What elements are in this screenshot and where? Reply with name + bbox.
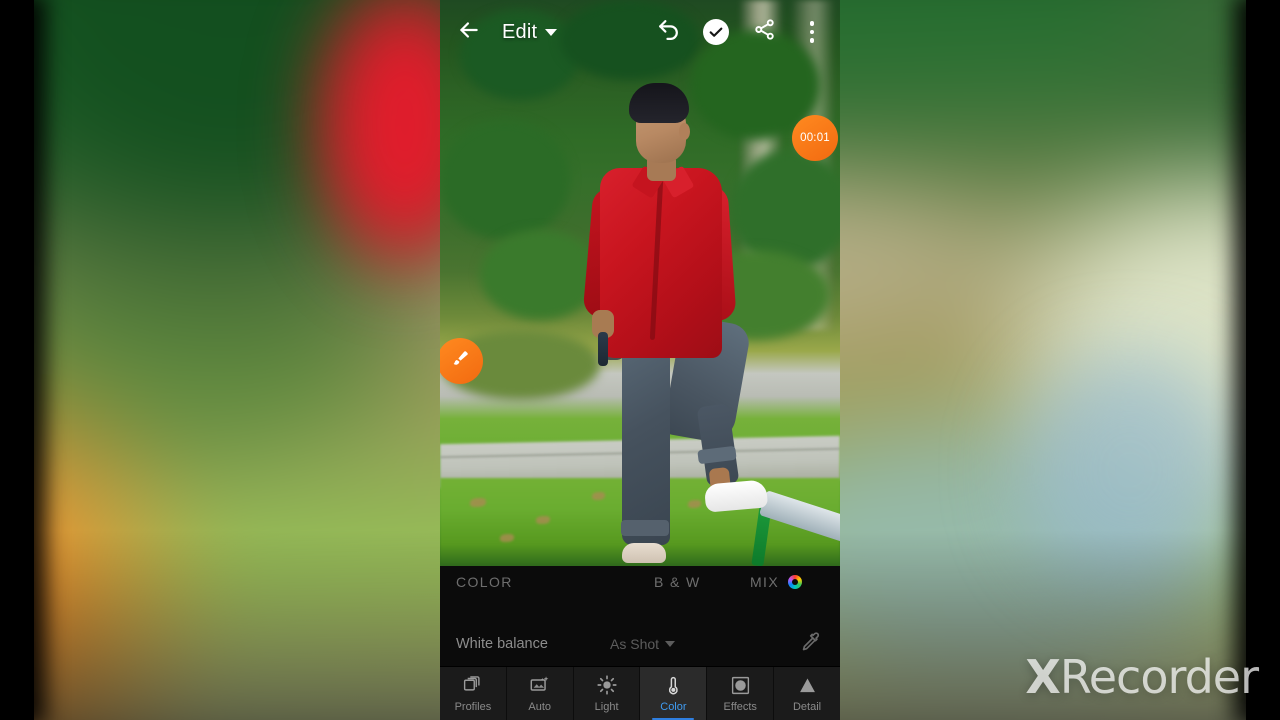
color-mode-tabs: COLOR B & W MIX	[440, 566, 840, 597]
blurred-background-blue-accent	[1000, 330, 1260, 610]
nav-item-light[interactable]: Light	[574, 667, 641, 720]
white-balance-label: White balance	[456, 636, 548, 652]
watermark-text: Recorder	[1059, 650, 1259, 704]
nav-item-detail[interactable]: Detail	[774, 667, 840, 720]
white-balance-value: As Shot	[610, 636, 660, 652]
ear	[679, 123, 690, 140]
check-circle-icon	[703, 19, 729, 45]
eyedropper-icon	[800, 631, 822, 657]
back-button[interactable]	[446, 9, 492, 55]
recording-timer-badge[interactable]: 00:01	[792, 115, 838, 161]
tab-mix-label: MIX	[750, 573, 780, 590]
tab-bw-label: B & W	[654, 573, 701, 590]
nav-item-detail-label: Detail	[792, 701, 822, 713]
shoe-left	[622, 543, 666, 563]
white-balance-dropdown[interactable]: As Shot	[610, 636, 676, 652]
left-edge-bar	[0, 0, 34, 720]
nav-item-color-label: Color	[660, 701, 687, 713]
screen-root: Edit 00:01 COLOR B & W MIX White balance…	[0, 0, 1280, 720]
shoe-right	[703, 479, 769, 513]
effects-icon	[730, 674, 751, 696]
nav-item-auto-label: Auto	[528, 701, 552, 713]
nav-item-profiles[interactable]: Profiles	[440, 667, 507, 720]
xrecorder-watermark: XRecorder	[1025, 650, 1259, 704]
eyedropper-button[interactable]	[800, 631, 822, 658]
brush-icon	[449, 348, 471, 375]
nav-item-effects[interactable]: Effects	[707, 667, 775, 720]
nav-item-color[interactable]: Color	[640, 667, 708, 720]
white-balance-row: White balance As Shot	[440, 624, 840, 664]
sun-icon	[596, 674, 618, 696]
edit-title-dropdown[interactable]: Edit	[502, 20, 558, 44]
chevron-down-icon	[665, 641, 676, 647]
tab-color-label: COLOR	[456, 573, 513, 590]
keychain	[598, 332, 608, 366]
back-arrow-icon	[456, 17, 482, 48]
share-button[interactable]	[742, 9, 786, 55]
nav-item-profiles-label: Profiles	[454, 701, 492, 713]
tab-mix[interactable]: MIX	[750, 566, 803, 597]
share-icon	[753, 18, 776, 46]
right-edge-bar	[1246, 0, 1280, 720]
auto-magic-icon	[529, 674, 551, 696]
metal-bar	[758, 490, 840, 552]
thermometer-icon	[663, 674, 684, 696]
watermark-prefix: X	[1025, 650, 1060, 704]
undo-button[interactable]	[646, 9, 690, 55]
color-wheel-icon	[788, 574, 803, 589]
triangle-icon	[797, 674, 818, 696]
nav-item-light-label: Light	[594, 701, 619, 713]
tab-color[interactable]: COLOR	[456, 566, 513, 597]
confirm-button[interactable]	[694, 9, 738, 55]
pants-standing-leg	[622, 330, 670, 545]
photo-canvas[interactable]	[440, 0, 840, 566]
tab-bw[interactable]: B & W	[654, 566, 701, 597]
overflow-menu-icon	[809, 21, 815, 43]
bottom-tool-nav: Profiles Auto Light Color Effects Detail	[440, 666, 840, 720]
hair	[629, 83, 689, 123]
profiles-icon	[462, 674, 483, 696]
photo-subject	[440, 0, 840, 566]
nav-item-auto[interactable]: Auto	[507, 667, 574, 720]
top-toolbar: Edit	[440, 0, 840, 64]
chevron-down-icon	[545, 28, 558, 36]
undo-icon	[656, 17, 681, 47]
pant-cuff-standing	[621, 520, 669, 536]
overflow-menu-button[interactable]	[790, 9, 834, 55]
page-title: Edit	[502, 20, 538, 43]
recording-timer-label: 00:01	[800, 132, 830, 144]
phone-screen: Edit 00:01 COLOR B & W MIX White balance…	[440, 0, 840, 720]
top-toolbar-actions	[646, 9, 840, 55]
nav-item-effects-label: Effects	[723, 701, 757, 713]
